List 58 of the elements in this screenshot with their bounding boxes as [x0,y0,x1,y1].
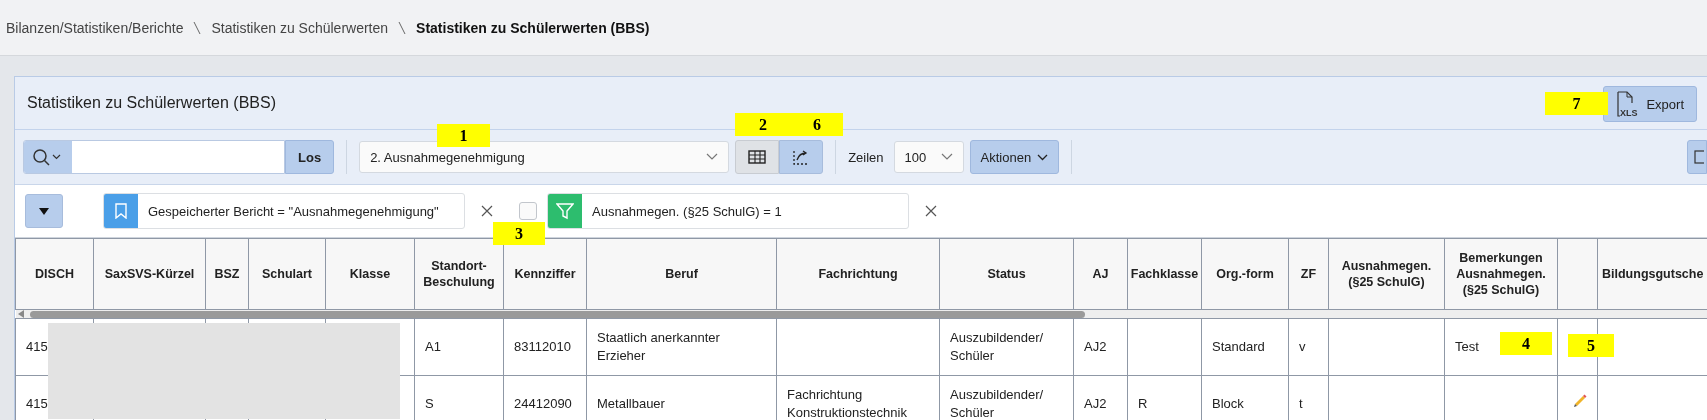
chevron-down-icon [940,153,953,161]
number-callout: 5 [1568,334,1614,357]
breadcrumb-item[interactable]: Bilanzen/Statistiken/Berichte [6,19,184,36]
search-go-button[interactable]: Los [285,140,335,174]
number-callout: 3 [493,222,545,245]
table-cell: 415 [26,395,48,411]
table-cell: R [1138,395,1148,411]
collapse-button[interactable] [25,194,63,228]
table-cell: Fachrichtung Konstruktionstechnik [787,386,907,420]
filter-chip[interactable]: Ausnahmegen. (§25 SchulG) = 1 [547,193,909,229]
table-cell: Block [1212,395,1244,411]
table-icon [748,150,767,164]
number-callout: 6 [791,113,843,136]
table-cell: Auszubildender/ Schüler [950,386,1044,420]
breadcrumb-separator-icon [398,20,407,35]
breadcrumb-item: Statistiken zu Schülerwerten (BBS) [416,19,650,36]
chevron-down-icon [706,153,719,161]
export-button[interactable]: XLS Export [1603,86,1697,122]
toolbar-button[interactable] [1687,140,1707,174]
number-callout: 2 [735,113,791,136]
breadcrumb-separator-icon [193,20,202,35]
table-cell: Standard [1212,338,1265,354]
table-cell: 24412090 [514,395,572,411]
table-cell: Staatlich anerkannter Erzieher [597,329,720,363]
breadcrumb-item[interactable]: Statistiken zu Schülerwerten [211,19,389,36]
table-cell: A1 [425,338,441,354]
table-cell: S [425,395,434,411]
table-cell: Auszubildender/ Schüler [950,329,1044,363]
triangle-down-icon [39,207,49,215]
table-cell: v [1299,338,1306,354]
table-cell: AJ2 [1084,395,1107,411]
filter-checkbox[interactable] [519,202,537,220]
search-icon[interactable] [24,141,72,173]
grid-view-button[interactable] [735,140,780,174]
search-field[interactable] [23,140,285,174]
table-cell: AJ2 [1084,338,1107,354]
bookmark-icon [115,203,127,219]
close-icon[interactable] [925,205,937,217]
filter-chip[interactable]: Gespeicherter Bericht = "Ausnahmegenehmigung" [103,193,465,229]
chart-view-button[interactable] [779,140,824,174]
table-cell: Metallbauer [597,395,665,411]
scroll-left-icon[interactable] [17,310,24,318]
number-callout: 4 [1500,332,1552,355]
number-callout: 1 [437,124,490,147]
report-select[interactable]: 2. Ausnahmegenehmigung [359,141,730,173]
pencil-icon[interactable] [1572,393,1588,410]
table-cell: Test [1455,338,1479,354]
number-callout: 7 [1545,92,1608,115]
close-icon[interactable] [481,205,493,217]
rows-select[interactable]: 100 [893,141,964,173]
filter-icon [556,202,574,220]
table-cell: t [1299,395,1303,411]
actions-button[interactable]: Aktionen [969,140,1060,174]
chevron-down-icon [1037,153,1049,161]
table-cell: 83112010 [514,338,571,354]
table-cell: 415 [26,338,48,354]
panel-title: Statistiken zu Schülerwerten (BBS) [27,94,276,112]
rows-label: Zeilen [848,149,884,165]
